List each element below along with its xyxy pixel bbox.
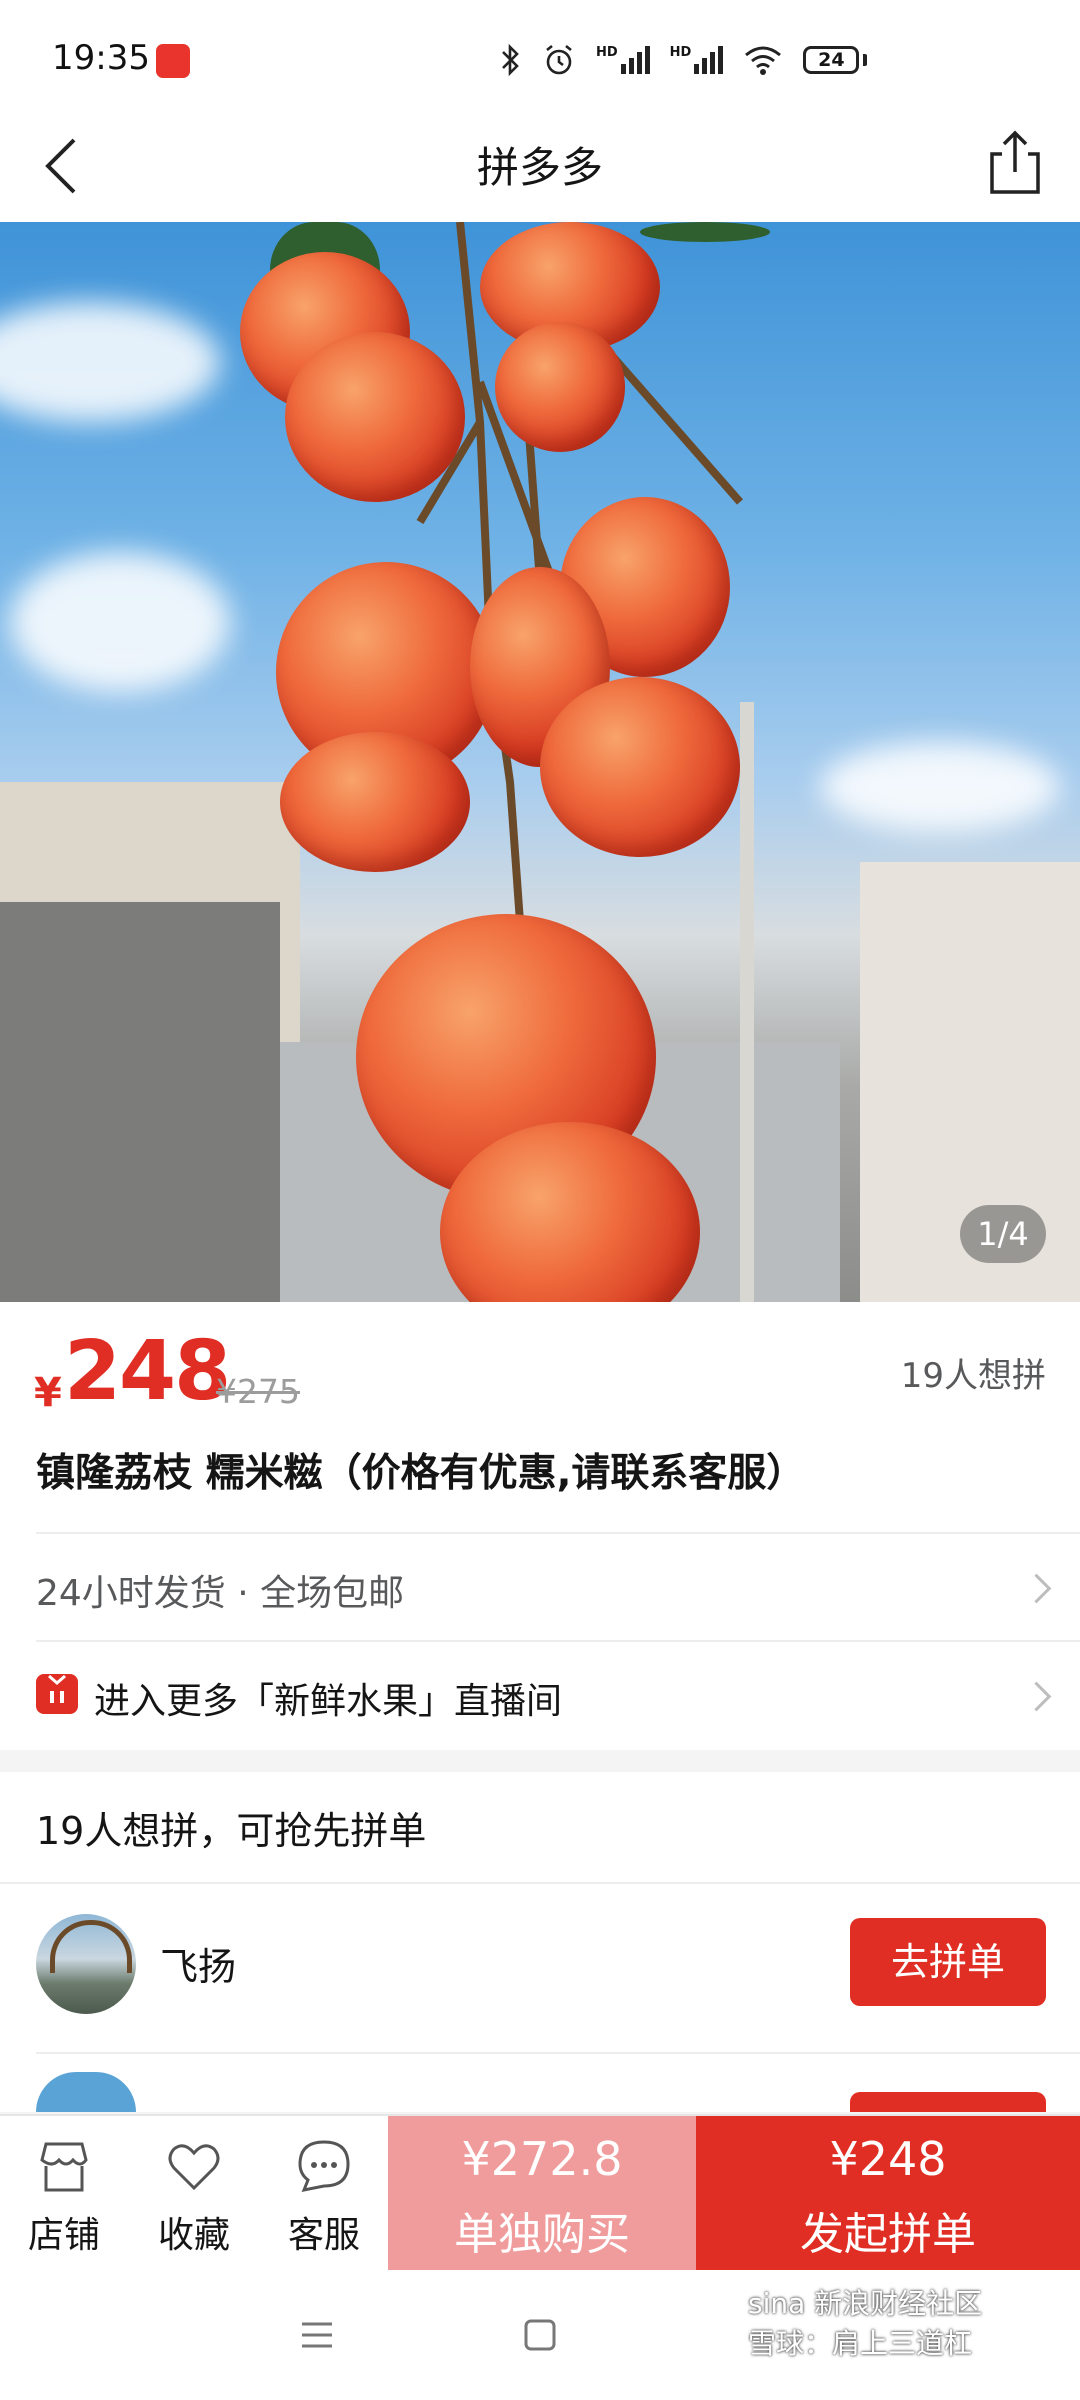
group-buy-section: 19人想拼，可抢先拼单 飞扬 去拼单 <box>0 1772 1080 2112</box>
watermark-line2: 雪球：肩上三道杠 <box>748 2327 973 2360</box>
product-title: 镇隆荔枝 糯米糍（价格有优惠,请联系客服） <box>36 1451 806 1496</box>
system-nav-bar: sina 新浪财经社区 雪球：肩上三道杠 <box>0 2270 1080 2400</box>
bottom-action-bar: 店铺 收藏 客服 ¥272.8 单独购买 ¥248 发起拼单 <box>0 2114 1080 2272</box>
solo-label: 单独购买 <box>454 2209 630 2260</box>
price-section: ¥ 248 ¥275 19人想拼 镇隆荔枝 糯米糍（价格有优惠,请联系客服） 2… <box>0 1302 1080 1750</box>
signal-hd-icon: HD <box>670 45 724 74</box>
shop-icon <box>40 2142 88 2192</box>
bluetooth-icon <box>502 43 519 77</box>
group-heading: 19人想拼，可抢先拼单 <box>36 1809 427 1853</box>
litchi <box>495 322 625 452</box>
litchi <box>540 677 740 857</box>
wifi-icon <box>745 46 782 75</box>
battery-tip <box>863 54 868 66</box>
menu-icon[interactable] <box>300 2320 334 2350</box>
page-title: 拼多多 <box>476 143 603 192</box>
solo-buy-button[interactable]: ¥272.8 单独购买 <box>388 2116 696 2272</box>
watermark: sina 新浪财经社区 雪球：肩上三道杠 <box>748 2284 1068 2364</box>
avatar <box>36 2072 136 2112</box>
customer-service-button[interactable]: 客服 <box>264 2116 384 2272</box>
user-name: 飞扬 <box>160 1945 237 1989</box>
status-icons: HD HD 24 <box>500 40 868 80</box>
chat-icon <box>298 2140 350 2193</box>
group-buy-button[interactable]: ¥248 发起拼单 <box>696 2116 1080 2272</box>
live-room-row[interactable]: 进入更多「新鲜水果」直播间 <box>0 1642 1080 1750</box>
shipping-row[interactable]: 24小时发货 · 全场包邮 <box>0 1534 1080 1642</box>
shop-button[interactable]: 店铺 <box>4 2116 124 2272</box>
image-counter: 1/4 <box>960 1205 1046 1263</box>
status-time: 19:35 <box>52 38 150 78</box>
chevron-right-icon <box>1021 1573 1052 1604</box>
share-icon <box>990 130 1040 194</box>
favorite-button[interactable]: 收藏 <box>134 2116 254 2272</box>
join-group-button[interactable]: 去拼单 <box>850 1918 1046 2006</box>
favorite-label: 收藏 <box>157 2215 230 2256</box>
home-icon[interactable] <box>523 2318 557 2352</box>
customer-service-label: 客服 <box>287 2215 360 2256</box>
status-bar: 19:35 HD HD 24 <box>0 0 1080 110</box>
original-price: ¥275 <box>216 1372 300 1411</box>
live-tv-icon <box>36 1674 78 1714</box>
avatar <box>36 1914 136 2014</box>
litchi <box>285 332 465 502</box>
want-count: 19人想拼 <box>900 1356 1046 1396</box>
chevron-right-icon <box>1021 1681 1052 1712</box>
watermark-line1: sina 新浪财经社区 <box>748 2287 983 2320</box>
avatar-arch <box>50 1920 132 1973</box>
solo-price: ¥272.8 <box>461 2132 623 2186</box>
divider <box>36 2052 1080 2054</box>
group-price: 248 <box>64 1324 231 1419</box>
battery-icon: 24 <box>803 46 860 74</box>
alarm-icon <box>546 44 572 75</box>
product-image[interactable]: 1/4 <box>0 222 1080 1302</box>
heart-icon <box>168 2144 220 2191</box>
group-buy-price: ¥248 <box>829 2132 947 2186</box>
nav-bar: 拼多多 <box>0 110 1080 222</box>
litchi <box>280 732 470 872</box>
join-group-button[interactable] <box>850 2092 1046 2112</box>
price-currency: ¥ <box>34 1370 62 1416</box>
app-notification-icon <box>156 44 190 78</box>
share-button[interactable] <box>980 128 1050 198</box>
signal-hd-icon: HD <box>596 45 650 74</box>
live-room-link: 进入更多「新鲜水果」直播间 <box>94 1681 563 1722</box>
shipping-info: 24小时发货 · 全场包邮 <box>36 1573 405 1614</box>
shop-label: 店铺 <box>27 2215 100 2256</box>
group-row: 飞扬 去拼单 <box>0 1884 1080 2054</box>
group-buy-label: 发起拼单 <box>800 2209 976 2260</box>
